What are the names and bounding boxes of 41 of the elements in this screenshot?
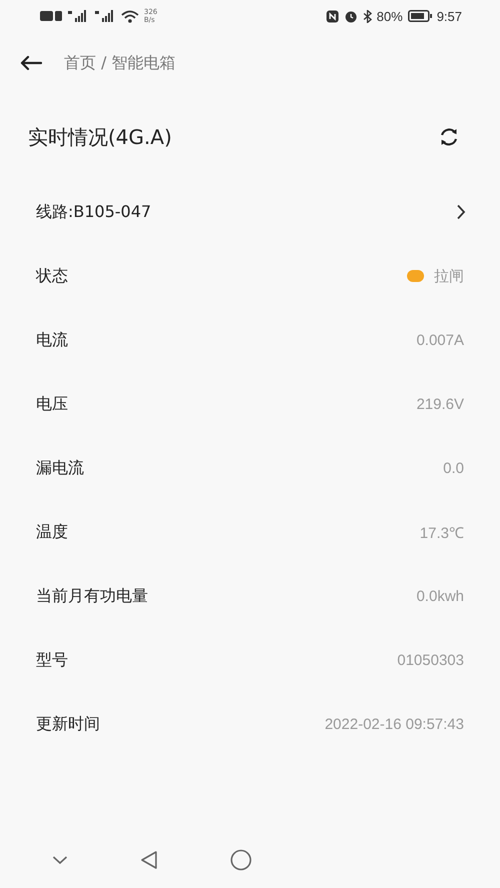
row-value: 0.0 xyxy=(443,460,464,476)
row-value: 2022-02-16 09:57:43 xyxy=(324,716,464,732)
wifi-icon xyxy=(121,10,139,22)
row-label: 电流 xyxy=(36,330,68,350)
home-circle-icon xyxy=(230,849,252,871)
line-row[interactable]: 线路:B105-047 xyxy=(0,180,500,244)
back-nav-button[interactable] xyxy=(140,850,158,870)
back-arrow-icon xyxy=(20,55,42,71)
row-label: 型号 xyxy=(36,650,68,670)
row-value: 拉闸 xyxy=(434,266,464,286)
back-button[interactable] xyxy=(20,55,42,71)
signal-icon xyxy=(67,10,89,22)
breadcrumb: 首页 / 智能电箱 xyxy=(64,52,176,74)
row-label: 当前月有功电量 xyxy=(36,586,148,606)
row-label: 更新时间 xyxy=(36,714,100,734)
row-value: 0.007A xyxy=(416,332,464,348)
row-value: 0.0kwh xyxy=(416,588,464,604)
nfc-icon xyxy=(326,10,339,22)
hide-keyboard-button[interactable] xyxy=(52,855,68,865)
home-button[interactable] xyxy=(230,849,252,871)
row-label: 状态 xyxy=(36,266,68,286)
clock: 9:57 xyxy=(436,8,462,24)
hd-icon xyxy=(40,10,62,22)
battery-percent: 80% xyxy=(376,8,403,24)
refresh-button[interactable] xyxy=(438,126,460,148)
refresh-icon xyxy=(438,126,460,148)
chevron-right-icon xyxy=(456,204,466,220)
chevron-down-icon xyxy=(52,855,68,865)
signal-icon xyxy=(94,10,116,22)
section-title: 实时情况(4G.A) xyxy=(28,124,172,150)
back-triangle-icon xyxy=(140,850,158,870)
alarm-icon xyxy=(344,10,358,22)
row-label: 电压 xyxy=(36,394,68,414)
row-value: 17.3℃ xyxy=(420,524,464,542)
row-value: 219.6V xyxy=(416,396,464,412)
row-label: 温度 xyxy=(36,522,68,542)
row-label: 线路:B105-047 xyxy=(36,202,152,222)
row-value: 01050303 xyxy=(397,652,464,668)
battery-icon xyxy=(408,10,432,22)
row-label: 漏电流 xyxy=(36,458,84,478)
bluetooth-icon xyxy=(362,10,372,22)
